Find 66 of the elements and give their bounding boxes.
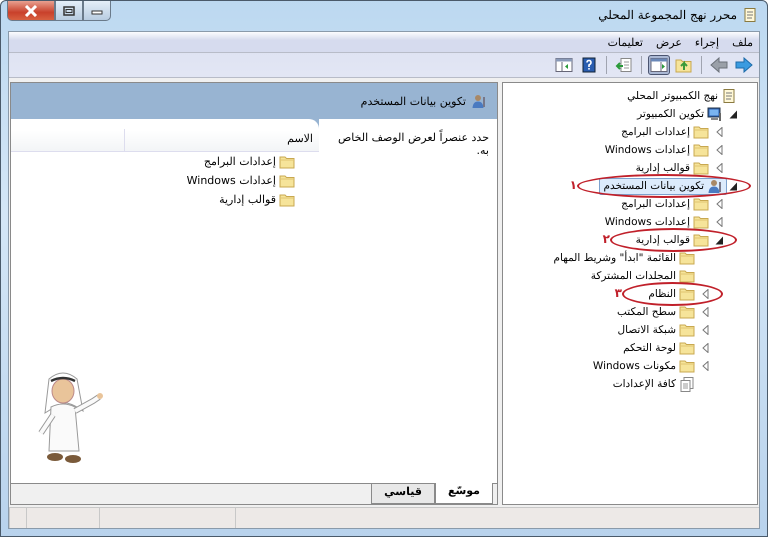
folder-icon: [679, 287, 695, 301]
tree-item[interactable]: قوالب إدارية: [632, 160, 713, 176]
folder-icon: [679, 359, 695, 373]
tree-item[interactable]: إعدادات البرامج: [617, 124, 713, 140]
tree-item[interactable]: إعدادات Windows: [600, 142, 713, 158]
folder-icon: [693, 233, 709, 247]
annotation-number: ٣: [614, 285, 622, 301]
window-pane-icon[interactable]: [553, 55, 575, 75]
folder-icon: [279, 174, 295, 188]
tree-item[interactable]: لوحة التحكم: [619, 340, 699, 356]
folder-icon: [693, 161, 709, 175]
scroll-icon: [721, 88, 737, 104]
tree-item[interactable]: قوالب إدارية: [632, 232, 713, 248]
user-icon: [707, 178, 723, 194]
tree-item[interactable]: مكونات Windows: [588, 358, 699, 374]
expanded-arrow-icon[interactable]: [727, 109, 739, 119]
view-tab[interactable]: موسّع: [434, 483, 493, 504]
tree-item[interactable]: شبكة الاتصال: [614, 322, 699, 338]
tree-item[interactable]: النظام: [644, 286, 699, 302]
menu-item[interactable]: ملف: [732, 36, 753, 48]
folder-icon: [693, 143, 709, 157]
window-title: محرر نهج المجموعة المحلي: [598, 8, 737, 22]
folder-icon: [279, 192, 295, 206]
tree-item[interactable]: سطح المكتب: [613, 304, 699, 320]
folder-icon: [693, 125, 709, 139]
computer-icon: [707, 106, 723, 122]
folder-icon: [693, 197, 709, 211]
list-item[interactable]: قوالب إدارية: [219, 192, 295, 206]
tree-item[interactable]: تكوين بيانات المستخدم: [599, 178, 727, 194]
app-icon: [742, 7, 758, 23]
close-icon: [24, 4, 38, 16]
details-title: تكوين بيانات المستخدم: [360, 94, 466, 108]
list-item[interactable]: إعدادات البرامج: [204, 154, 295, 168]
maximize-icon: [63, 6, 75, 16]
annotation-number: ٢: [602, 231, 610, 247]
menu-item[interactable]: تعليمات: [608, 36, 643, 48]
folder-icon: [279, 154, 295, 168]
document-icon: [679, 376, 695, 392]
annotation-number: ١: [570, 177, 577, 193]
folder-icon: [693, 215, 709, 229]
tree-item[interactable]: نهج الكمبيوتر المحلي: [623, 88, 741, 104]
close-button[interactable]: [7, 1, 55, 21]
expanded-arrow-icon[interactable]: [713, 235, 725, 245]
folder-icon: [679, 305, 695, 319]
view-tab[interactable]: قياسي: [371, 484, 435, 504]
minimize-button[interactable]: [83, 1, 111, 21]
tree-item[interactable]: المجلدات المشتركة: [586, 268, 699, 284]
menu-item[interactable]: عرض: [656, 36, 682, 48]
folder-icon: [679, 269, 695, 283]
tree-item[interactable]: إعدادات Windows: [600, 214, 713, 230]
expanded-arrow-icon[interactable]: [727, 181, 739, 191]
user-icon: [471, 93, 487, 109]
tree-item[interactable]: تكوين الكمبيوتر: [633, 106, 727, 122]
folder-icon: [679, 323, 695, 337]
tree-item[interactable]: كافة الإعدادات: [608, 376, 699, 392]
window-pane-icon[interactable]: [648, 55, 670, 75]
description-text: حدد عنصراً لعرض الوصف الخاص به.: [338, 131, 489, 157]
menu-item[interactable]: إجراء: [694, 36, 720, 48]
folder-icon: [679, 341, 695, 355]
list-item[interactable]: إعدادات Windows: [186, 174, 295, 188]
back-arrow-icon[interactable]: [708, 55, 730, 75]
tree-item[interactable]: إعدادات البرامج: [617, 196, 713, 212]
maximize-button[interactable]: [55, 1, 83, 21]
forward-arrow-icon[interactable]: [733, 55, 755, 75]
folder-icon: [679, 251, 695, 265]
tree-item[interactable]: القائمة "ابدأ" وشريط المهام: [550, 250, 699, 266]
